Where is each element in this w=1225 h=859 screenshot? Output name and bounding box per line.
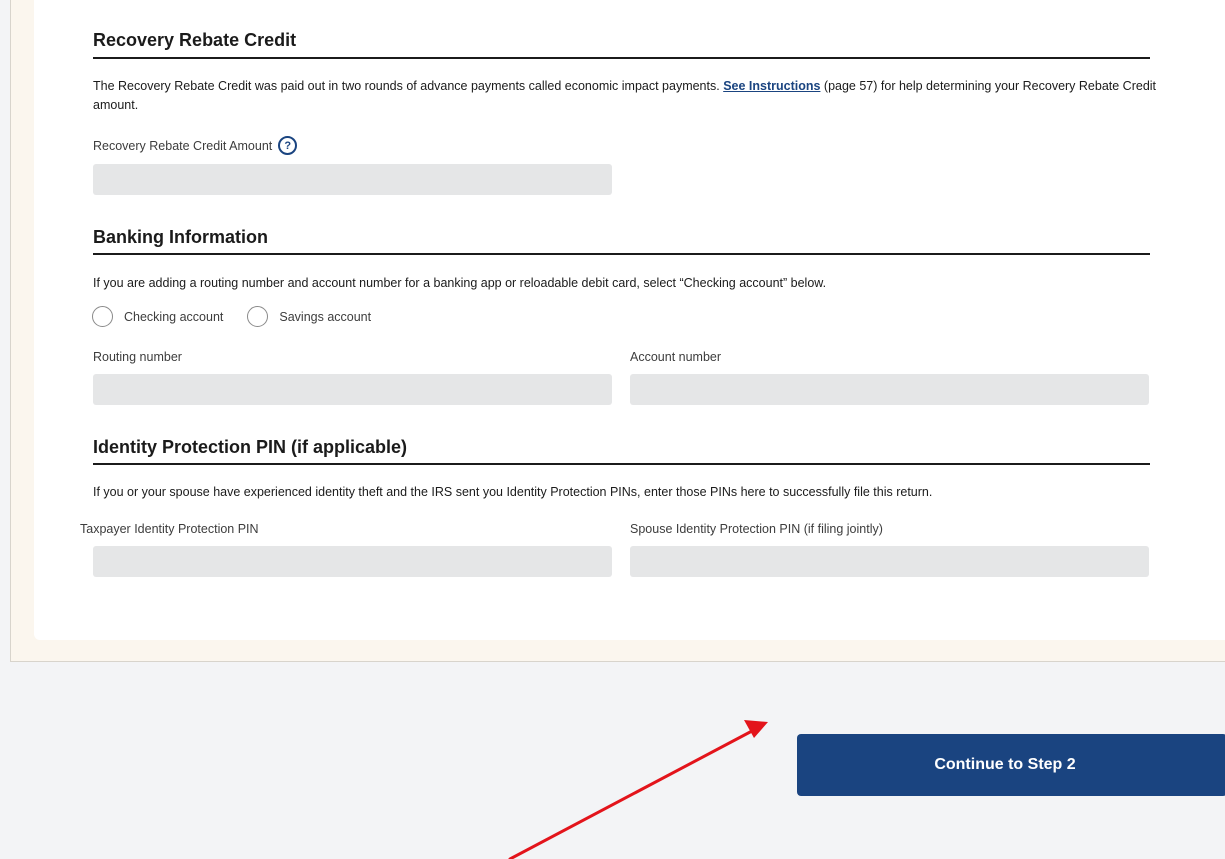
banking-section-divider xyxy=(93,253,1150,255)
banking-section-title: Banking Information xyxy=(93,227,268,247)
taxpayer-pin-label: Taxpayer Identity Protection PIN xyxy=(80,522,259,536)
recovery-description: The Recovery Rebate Credit was paid out … xyxy=(93,77,1163,115)
help-circle-icon[interactable]: ? xyxy=(278,136,298,155)
see-instructions-link[interactable]: See Instructions xyxy=(723,79,820,93)
recovery-amount-label: Recovery Rebate Credit Amount xyxy=(93,138,273,153)
radio-button-circle[interactable] xyxy=(92,306,113,327)
taxpayer-pin-input[interactable] xyxy=(93,546,612,577)
continue-button-label: Continue to Step 2 xyxy=(934,756,1076,773)
ip-pin-section-divider xyxy=(93,463,1150,465)
spouse-pin-label: Spouse Identity Protection PIN (if filin… xyxy=(630,522,883,536)
banking-description: If you are adding a routing number and a… xyxy=(93,276,827,290)
recovery-section-divider xyxy=(93,57,1150,59)
radio-savings-account[interactable]: Savings account xyxy=(247,306,371,327)
radio-checking-label: Checking account xyxy=(124,309,224,324)
account-number-input[interactable] xyxy=(630,374,1149,405)
ip-pin-description: If you or your spouse have experienced i… xyxy=(93,485,933,499)
radio-button-circle[interactable] xyxy=(247,306,269,327)
recovery-section-title: Recovery Rebate Credit xyxy=(93,30,297,50)
account-number-label: Account number xyxy=(630,350,722,364)
routing-number-input[interactable] xyxy=(93,374,612,405)
recovery-description-text: The Recovery Rebate Credit was paid out … xyxy=(93,79,724,93)
ip-pin-section-title: Identity Protection PIN (if applicable) xyxy=(93,437,408,457)
account-type-radio-group: Checking account Savings account xyxy=(92,306,395,327)
routing-number-label: Routing number xyxy=(93,350,182,364)
radio-checking-account[interactable]: Checking account xyxy=(92,306,223,327)
recovery-amount-label-row: Recovery Rebate Credit Amount? xyxy=(93,136,298,156)
spouse-pin-input[interactable] xyxy=(630,546,1149,577)
recovery-amount-input[interactable] xyxy=(93,164,612,195)
continue-to-step-2-button[interactable]: Continue to Step 2 xyxy=(797,734,1225,796)
radio-savings-label: Savings account xyxy=(279,309,372,324)
